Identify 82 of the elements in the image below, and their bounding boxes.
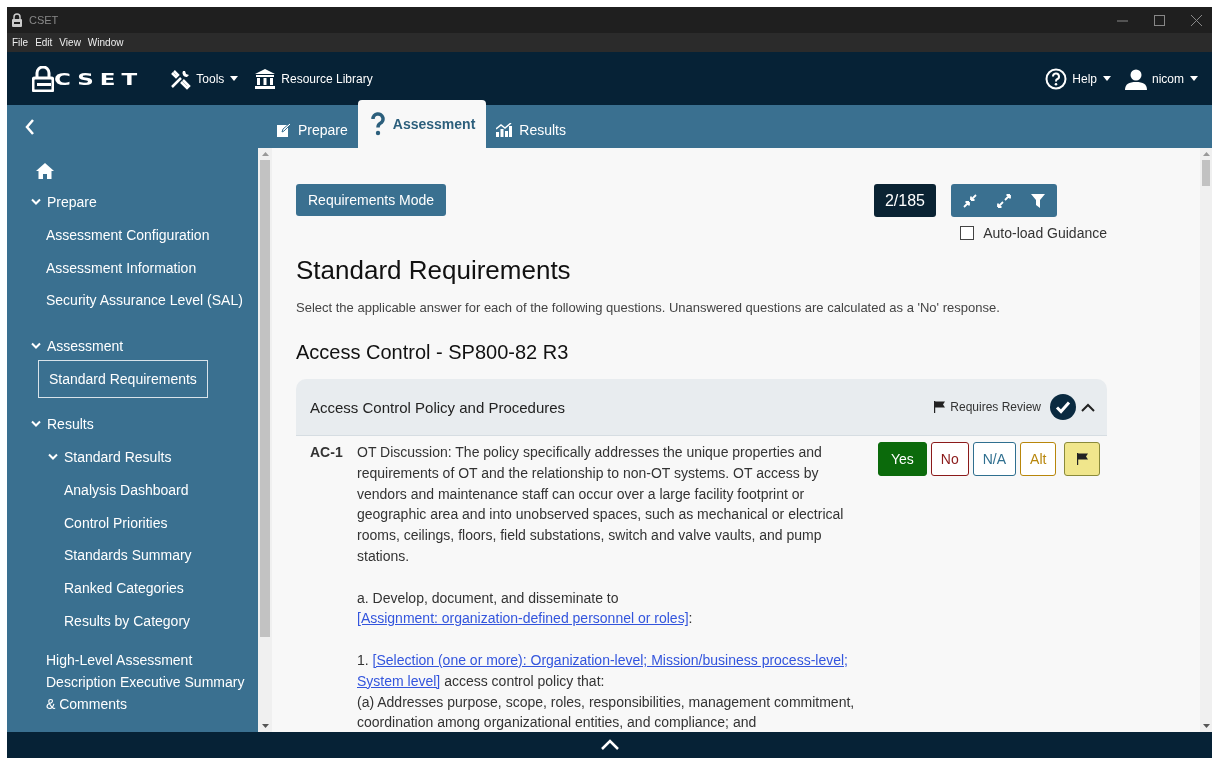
sidebar-item[interactable]: Control Priorities (57, 505, 175, 540)
scroll-thumb[interactable] (260, 160, 270, 637)
checkbox-label[interactable]: Auto-load Guidance (983, 225, 1107, 241)
close-icon[interactable] (1191, 14, 1202, 26)
sidebar-item[interactable]: Standard Requirements (38, 359, 208, 398)
page-title: Standard Requirements (296, 255, 572, 286)
nav-menu-button[interactable]: Resource Library (250, 67, 377, 90)
checkbox[interactable] (960, 226, 975, 240)
sidebar-item[interactable]: Ranked Categories (57, 570, 191, 605)
instructions-text: Select the applicable answer for each of the following questions. Unanswered questions are calculated as a 'No' response. (296, 300, 1001, 315)
sidebar-item[interactable]: Security Assurance Level (SAL) (39, 283, 250, 318)
logo-text: CSET (54, 69, 144, 88)
app-icon (12, 13, 22, 27)
chart-icon (496, 123, 513, 137)
tab[interactable]: Assessment (357, 100, 487, 148)
home-icon[interactable] (36, 163, 54, 179)
maximize-icon[interactable] (1154, 14, 1165, 26)
scroll-up-icon (1202, 152, 1210, 156)
question-text: 1. [Selection (one or more): Organization-level; Mission/business process-level; System level] access control policy that: (357, 650, 849, 691)
chevron-down-icon (31, 342, 41, 351)
scroll-thumb[interactable] (1202, 160, 1210, 186)
sidebar-item[interactable]: Analysis Dashboard (57, 472, 196, 507)
answer-button[interactable]: Yes (878, 442, 927, 476)
reference-link[interactable]: [Assignment: organization-defined personnel or roles] (357, 610, 689, 627)
edit-icon (277, 123, 291, 137)
filter-icon[interactable] (1031, 193, 1045, 208)
nav-menu-button[interactable]: Help (1041, 67, 1115, 90)
lock-icon (32, 65, 54, 92)
chevron-down-icon (48, 453, 58, 462)
sidebar-item[interactable]: High-Level Assessment Description Executive Summary & Comments (39, 642, 258, 721)
question-id: AC-1 (310, 443, 344, 462)
window-title: CSET (29, 14, 59, 26)
chevron-down-icon (31, 420, 41, 429)
question-mark-icon (369, 112, 386, 136)
sidebar-item[interactable]: Assessment Configuration (39, 218, 217, 253)
collapse-icon[interactable] (963, 193, 977, 208)
user-icon (1125, 67, 1147, 90)
menu-item[interactable]: File (12, 37, 29, 48)
question-counter: 2/185 (873, 184, 936, 217)
reference-link[interactable]: [Selection (one or more): Organization-level; Mission/business process-level; (372, 651, 848, 668)
sidebar-item[interactable]: Standard Results (41, 440, 179, 475)
check-circle-icon (1050, 394, 1076, 420)
help-icon (1045, 67, 1068, 90)
chevron-down-icon (31, 198, 41, 207)
sidebar-item[interactable]: Assessment Information (39, 250, 204, 285)
sidebar-item[interactable]: Results (24, 407, 101, 442)
sidebar-item[interactable]: Standards Summary (57, 538, 199, 573)
flag-icon (1076, 453, 1088, 465)
section-title: Access Control - SP800-82 R3 (296, 341, 570, 364)
scroll-down-icon (1202, 724, 1210, 728)
answer-button[interactable]: N/A (972, 442, 1017, 476)
columns-building-icon (254, 67, 277, 90)
scroll-down-icon (261, 724, 269, 728)
expand-icon[interactable] (997, 193, 1011, 208)
category-title: Access Control Policy and Procedures (310, 398, 566, 416)
nav-menu-button[interactable]: Tools (165, 67, 243, 90)
nav-menu-button[interactable]: nicom (1121, 67, 1202, 90)
question-text: OT Discussion: The policy specifically addresses the unique properties and requirements of OT and the relationship to non-OT systems. OT access by vendors and maintenance staff can occur over a large facility footprint or geographic area and into unobserved spaces, such as mechanical or electrical rooms, ceilings, floors, field substations, switch and valve vaults, and pump stations. (357, 443, 845, 566)
sidebar-item[interactable]: Prepare (24, 185, 104, 220)
menu-item[interactable]: View (59, 37, 81, 48)
tab[interactable]: Results (486, 112, 576, 148)
tools-icon (169, 67, 192, 90)
reference-link[interactable]: System level] (357, 672, 441, 689)
scroll-up-icon (261, 152, 269, 156)
menu-item[interactable]: Edit (35, 37, 53, 48)
scrollbar[interactable] (258, 148, 272, 732)
category-header[interactable]: Access Control Policy and Procedures Requires Review (296, 379, 1107, 436)
flag-icon (934, 401, 946, 413)
answer-button[interactable]: Alt (1020, 442, 1057, 476)
flag-button[interactable] (1064, 442, 1101, 476)
answer-button[interactable]: No (930, 442, 969, 476)
question-text: (a) Addresses purpose, scope, roles, responsibilities, management commitment, coordination among organizational entities, and compliance; and (357, 692, 856, 732)
review-label: Requires Review (950, 400, 1041, 414)
question-text: a. Develop, document, and disseminate to [Assignment: organization-defined personnel or roles]: (357, 588, 694, 629)
scrollbar[interactable] (1200, 148, 1212, 732)
sidebar-item[interactable]: Results by Category (57, 603, 198, 638)
chevron-up-icon (1081, 402, 1095, 412)
chevron-up-icon[interactable] (599, 739, 620, 751)
back-chevron-icon[interactable] (25, 118, 35, 135)
menu-item[interactable]: Window (87, 37, 124, 48)
requirements-mode-button[interactable]: Requirements Mode (296, 184, 447, 216)
tab[interactable]: Prepare (267, 112, 358, 148)
